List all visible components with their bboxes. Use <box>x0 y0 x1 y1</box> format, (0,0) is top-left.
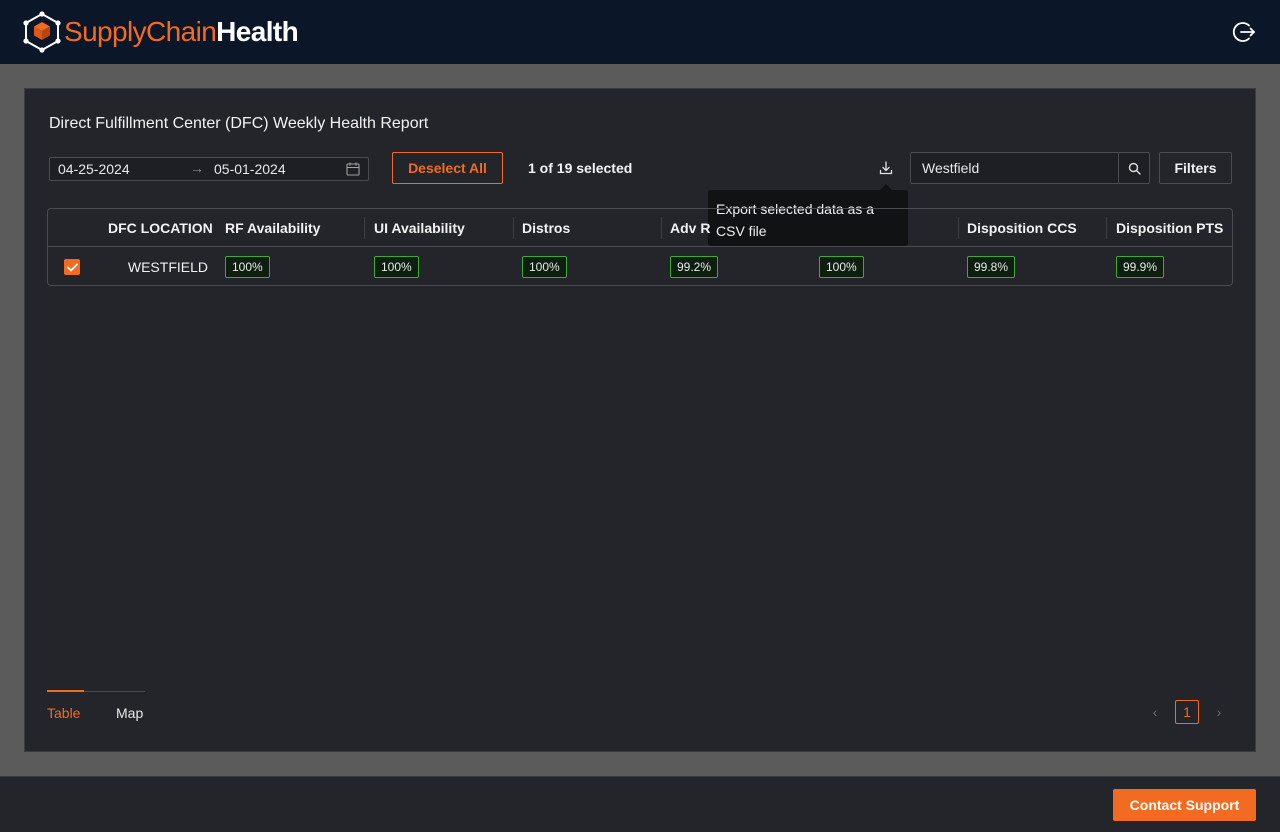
report-panel: Direct Fulfillment Center (DFC) Weekly H… <box>24 88 1256 752</box>
column-divider <box>513 217 514 239</box>
logo-text: SupplyChainHealth <box>64 16 299 47</box>
cell-ui-availability: 100% <box>374 256 419 278</box>
tab-map[interactable]: Map <box>116 705 143 721</box>
search-icon <box>1128 162 1141 175</box>
cell-adv-r: 99.2% <box>670 256 719 278</box>
next-page-icon[interactable]: › <box>1211 704 1227 720</box>
logout-icon <box>1232 22 1256 42</box>
logo-text-health: Health <box>216 16 299 47</box>
page-title: Direct Fulfillment Center (DFC) Weekly H… <box>49 115 429 132</box>
table-header: DFC LOCATION RF Availability UI Availabi… <box>48 209 1232 247</box>
logo-text-supplychain: SupplyChain <box>64 16 217 47</box>
footer-bar: Contact Support <box>0 776 1280 832</box>
column-header-ui-availability[interactable]: UI Availability <box>374 220 465 236</box>
row-checkbox[interactable] <box>64 259 80 275</box>
prev-page-icon[interactable]: ‹ <box>1147 704 1163 720</box>
app-logo[interactable]: SupplyChainHealth <box>22 11 299 53</box>
selected-count: 1 of 19 selected <box>528 160 633 176</box>
column-divider <box>364 217 365 239</box>
top-bar: SupplyChainHealth <box>0 0 1280 64</box>
start-date[interactable]: 04-25-2024 <box>58 161 130 177</box>
column-header-disposition-ccs[interactable]: Disposition CCS <box>967 220 1077 236</box>
pagination: ‹ 1 › <box>1147 700 1227 724</box>
checkmark-icon <box>66 263 78 271</box>
cell-disposition-ccs: 99.8% <box>967 256 1016 278</box>
cell-disposition-pts: 99.9% <box>1116 256 1165 278</box>
end-date[interactable]: 05-01-2024 <box>214 161 286 177</box>
tab-table[interactable]: Table <box>47 705 80 721</box>
search-input[interactable] <box>911 153 1118 183</box>
deselect-all-button[interactable]: Deselect All <box>392 152 503 184</box>
cell-location: WESTFIELD <box>127 259 208 275</box>
column-header-disposition-pts[interactable]: Disposition PTS <box>1116 220 1223 236</box>
calendar-icon[interactable] <box>346 162 360 176</box>
logout-button[interactable] <box>1232 20 1256 44</box>
logo-icon <box>23 11 61 53</box>
column-divider <box>661 217 662 239</box>
table-row: WESTFIELD 100% 100% 100% 99.2% 100% 99.8… <box>48 248 1232 285</box>
cell-hidden-column: 100% <box>819 256 864 278</box>
column-header-rf-availability[interactable]: RF Availability <box>225 220 320 236</box>
column-divider <box>958 217 959 239</box>
cell-distros: 100% <box>522 256 567 278</box>
health-table: DFC LOCATION RF Availability UI Availabi… <box>47 208 1233 286</box>
contact-support-button[interactable]: Contact Support <box>1113 789 1256 821</box>
search-box <box>910 152 1150 184</box>
column-divider <box>1106 217 1107 239</box>
cell-rf-availability: 100% <box>225 256 270 278</box>
active-tab-indicator <box>47 690 84 692</box>
date-range-arrow-icon: → <box>190 160 204 176</box>
date-range-picker[interactable]: 04-25-2024 → 05-01-2024 <box>49 157 369 181</box>
column-header-adv-r[interactable]: Adv R <box>670 220 710 236</box>
page-number[interactable]: 1 <box>1175 700 1199 724</box>
filters-button[interactable]: Filters <box>1159 152 1232 184</box>
view-tabs: Table Map <box>47 690 147 731</box>
search-button[interactable] <box>1118 153 1149 183</box>
column-header-dfc-location[interactable]: DFC LOCATION <box>108 220 213 236</box>
export-csv-icon[interactable] <box>878 160 894 176</box>
column-header-distros[interactable]: Distros <box>522 220 570 236</box>
